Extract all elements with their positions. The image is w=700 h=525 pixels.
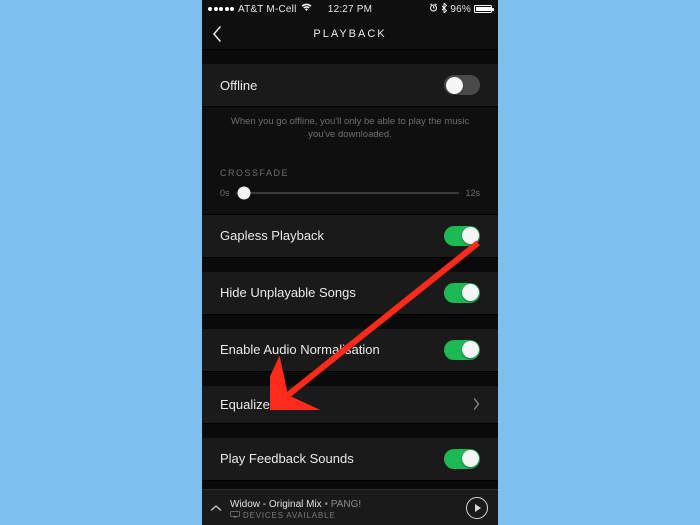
alarm-icon bbox=[429, 3, 438, 15]
status-bar: AT&T M-Cell 12:27 PM 96% bbox=[202, 0, 498, 18]
equalizer-row[interactable]: Equalizer bbox=[202, 386, 498, 424]
offline-row: Offline bbox=[202, 64, 498, 107]
back-button[interactable] bbox=[212, 26, 222, 42]
now-playing-separator: • bbox=[322, 499, 331, 510]
offline-toggle[interactable] bbox=[444, 75, 480, 95]
now-playing-bar[interactable]: Widow - Original Mix • PANG! DEVICES AVA… bbox=[202, 489, 498, 525]
gapless-playback-toggle[interactable] bbox=[444, 226, 480, 246]
devices-available[interactable]: DEVICES AVAILABLE bbox=[230, 511, 458, 520]
play-button[interactable] bbox=[466, 497, 488, 519]
status-time: 12:27 PM bbox=[328, 4, 372, 15]
feedback-sounds-label: Play Feedback Sounds bbox=[220, 451, 354, 466]
hide-unplayable-label: Hide Unplayable Songs bbox=[220, 285, 356, 300]
hide-unplayable-row: Hide Unplayable Songs bbox=[202, 272, 498, 315]
devices-available-label: DEVICES AVAILABLE bbox=[243, 511, 335, 520]
crossfade-max-label: 12s bbox=[465, 188, 480, 198]
crossfade-slider-row: 0s 12s bbox=[202, 184, 498, 215]
now-playing-title: Widow - Original Mix bbox=[230, 499, 322, 510]
normalisation-toggle[interactable] bbox=[444, 340, 480, 360]
feedback-sounds-row: Play Feedback Sounds bbox=[202, 438, 498, 481]
signal-dots-icon bbox=[208, 7, 234, 11]
normalisation-label: Enable Audio Normalisation bbox=[220, 342, 380, 357]
play-icon bbox=[475, 504, 481, 512]
chevron-right-icon bbox=[473, 398, 480, 410]
battery-icon bbox=[474, 5, 492, 13]
crossfade-section-label: CROSSFADE bbox=[202, 154, 498, 184]
nav-header: PLAYBACK bbox=[202, 18, 498, 50]
carrier-label: AT&T M-Cell bbox=[238, 4, 297, 15]
crossfade-min-label: 0s bbox=[220, 188, 230, 198]
crossfade-slider[interactable] bbox=[236, 192, 460, 194]
gapless-playback-row: Gapless Playback bbox=[202, 215, 498, 258]
crossfade-slider-thumb[interactable] bbox=[238, 186, 251, 199]
battery-percent: 96% bbox=[450, 4, 471, 15]
equalizer-label: Equalizer bbox=[220, 397, 274, 412]
chevron-up-icon[interactable] bbox=[210, 504, 222, 512]
phone-frame: AT&T M-Cell 12:27 PM 96% PLAYBACK Offlin… bbox=[202, 0, 498, 525]
normalisation-row: Enable Audio Normalisation bbox=[202, 329, 498, 372]
offline-helper-text: When you go offline, you'll only be able… bbox=[202, 107, 498, 154]
now-playing-artist: PANG! bbox=[331, 499, 361, 510]
page-title: PLAYBACK bbox=[313, 28, 386, 40]
gapless-playback-label: Gapless Playback bbox=[220, 228, 324, 243]
devices-icon bbox=[230, 511, 240, 520]
bluetooth-icon bbox=[441, 3, 447, 16]
settings-content[interactable]: Offline When you go offline, you'll only… bbox=[202, 50, 498, 489]
hide-unplayable-toggle[interactable] bbox=[444, 283, 480, 303]
feedback-sounds-toggle[interactable] bbox=[444, 449, 480, 469]
offline-label: Offline bbox=[220, 78, 257, 93]
wifi-icon bbox=[301, 3, 312, 15]
